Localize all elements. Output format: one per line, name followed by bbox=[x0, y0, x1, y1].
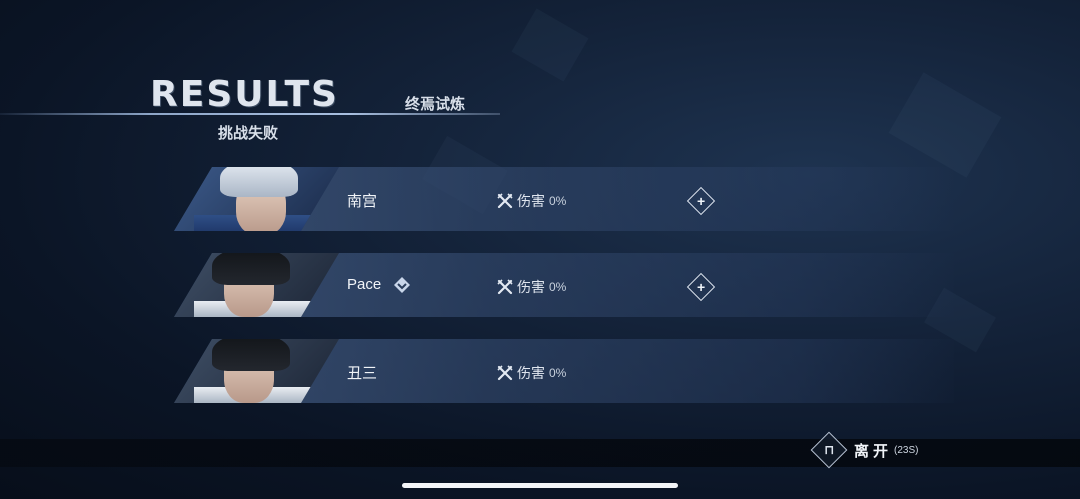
player-name: 南宫 bbox=[347, 193, 378, 210]
player-portrait bbox=[174, 339, 339, 403]
background-decoration bbox=[511, 8, 589, 82]
player-row: 南宫 伤害 0% + bbox=[174, 167, 954, 231]
damage-value: 0% bbox=[549, 366, 567, 380]
damage-stat: 伤害 0% bbox=[497, 363, 566, 383]
damage-label: 伤害 bbox=[517, 193, 545, 209]
crossed-swords-icon bbox=[497, 279, 513, 295]
exit-door-icon: ⊓ bbox=[810, 431, 848, 469]
add-friend-button[interactable]: + bbox=[686, 272, 716, 302]
player-name: 丑三 bbox=[347, 365, 378, 382]
damage-stat: 伤害 0% bbox=[497, 191, 566, 211]
player-portrait bbox=[174, 253, 339, 317]
mode-name: 终焉试炼 bbox=[405, 95, 466, 113]
player-portrait bbox=[174, 167, 339, 231]
crossed-swords-icon bbox=[497, 193, 513, 209]
damage-label: 伤害 bbox=[517, 365, 545, 381]
header-divider bbox=[0, 113, 500, 115]
damage-value: 0% bbox=[549, 194, 567, 208]
background-decoration bbox=[888, 72, 1002, 178]
home-indicator[interactable] bbox=[402, 483, 678, 488]
add-friend-button[interactable]: + bbox=[686, 186, 716, 216]
plus-icon: + bbox=[696, 279, 706, 295]
results-title: RESULTS bbox=[150, 74, 339, 115]
damage-stat: 伤害 0% bbox=[497, 277, 566, 297]
player-name-text: Pace bbox=[347, 276, 382, 293]
player-name: Pace bbox=[347, 276, 411, 294]
player-row: 丑三 伤害 0% bbox=[174, 339, 954, 403]
leave-button[interactable]: ⊓ 离开 (23S) bbox=[810, 431, 919, 469]
leave-countdown: (23S) bbox=[894, 444, 919, 456]
damage-value: 0% bbox=[549, 280, 567, 294]
leave-label: 离开 bbox=[854, 442, 893, 460]
challenge-status: 挑战失败 bbox=[218, 124, 279, 142]
plus-icon: + bbox=[696, 193, 706, 209]
rank-badge-icon bbox=[394, 277, 411, 294]
player-row: Pace 伤害 0% + bbox=[174, 253, 954, 317]
damage-label: 伤害 bbox=[517, 279, 545, 295]
crossed-swords-icon bbox=[497, 365, 513, 381]
